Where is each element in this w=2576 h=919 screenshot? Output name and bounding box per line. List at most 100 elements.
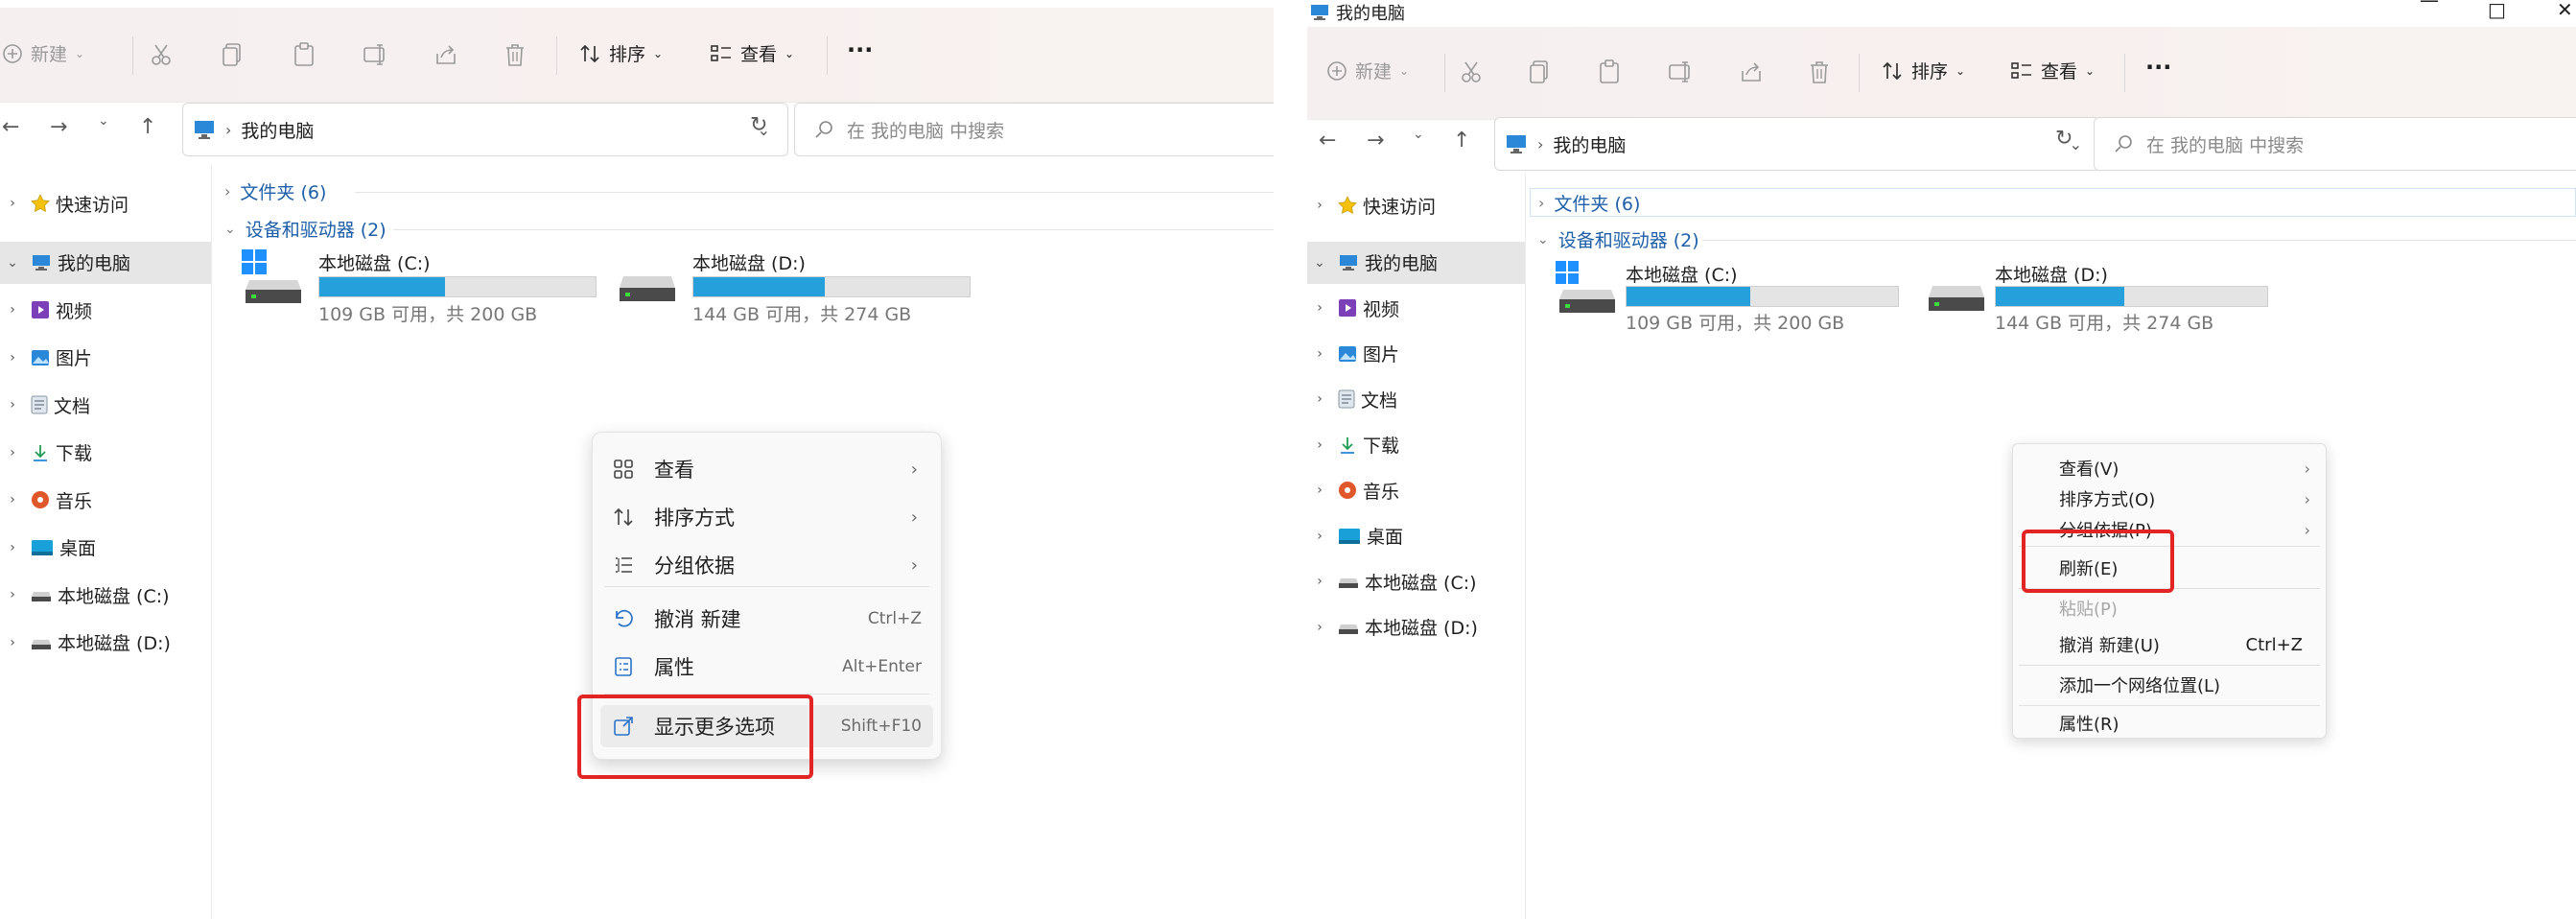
command-bar: 新建 ⌄ 排序 ⌄ 查看 ⌄ ··· [0,8,1274,103]
maximize-button[interactable]: □ [2488,0,2506,21]
sidebar-item[interactable]: › 图片 [0,337,211,379]
chevron-right-icon[interactable]: › [1307,300,1332,316]
sidebar-item[interactable]: › 文档 [1307,378,1525,420]
view-button[interactable]: 查看 ⌄ [710,40,794,66]
folders-group-header[interactable]: › 文件夹 (6) [1530,188,2576,217]
chevron-right-icon[interactable]: › [1307,620,1332,635]
new-button[interactable]: 新建 ⌄ [2,40,84,66]
sidebar-item[interactable]: › 快速访问 [0,182,211,224]
search-input[interactable]: 在 我的电脑 中搜索 [794,103,1274,156]
chevron-down-icon[interactable]: ⌄ [0,255,25,271]
drive-c[interactable]: 本地磁盘 (C:) 109 GB 可用，共 200 GB [1554,259,1899,334]
share-icon[interactable] [1739,59,1764,84]
close-button[interactable]: ✕ [2557,0,2573,21]
address-bar[interactable]: › 我的电脑 ⌄ [182,103,788,156]
sidebar-item[interactable]: › 下载 [0,432,211,474]
sort-button[interactable]: 排序 ⌄ [1881,58,1965,83]
drive-d[interactable]: 本地磁盘 (D:) 144 GB 可用，共 274 GB [614,247,978,325]
copy-icon[interactable] [1528,59,1551,84]
share-icon[interactable] [433,42,458,67]
sidebar-item[interactable]: › 文档 [0,384,211,426]
delete-icon[interactable] [503,42,527,67]
up-arrow-icon[interactable]: ↑ [139,115,156,139]
refresh-icon[interactable]: ↻ [750,113,767,137]
menu-item-add-network-location[interactable]: 添加一个网络位置(L) [2059,671,2310,699]
chevron-right-icon[interactable]: › [0,445,25,460]
view-button[interactable]: 查看 ⌄ [2010,58,2095,83]
chevron-right-icon[interactable]: › [0,635,25,650]
sidebar-item[interactable]: › 快速访问 [1307,184,1525,226]
chevron-right-icon[interactable]: › [0,350,25,365]
up-arrow-icon[interactable]: ↑ [1453,129,1470,153]
menu-item-properties[interactable]: 属性 Alt+Enter [593,646,941,688]
more-button[interactable]: ··· [847,36,873,63]
sidebar-item[interactable]: ⌄ 我的电脑 [1307,241,1525,284]
sidebar-item[interactable]: › 桌面 [1307,515,1525,557]
chevron-right-icon[interactable]: › [0,587,25,602]
chevron-right-icon[interactable]: › [0,397,25,412]
address-bar[interactable]: › 我的电脑 ⌄ [1494,117,2100,171]
menu-item-sort[interactable]: 排序方式(O) › [2059,484,2310,513]
sidebar-item[interactable]: › 本地磁盘 (D:) [0,622,211,664]
rename-icon[interactable] [1668,59,1695,84]
breadcrumb[interactable]: 我的电脑 [1553,131,1626,157]
recent-chevron-icon[interactable]: ⌄ [98,113,109,129]
back-arrow-icon[interactable]: ← [2,115,19,139]
cut-icon[interactable] [1459,59,1484,84]
menu-item-properties[interactable]: 属性(R) [2059,709,2310,738]
rename-icon[interactable] [363,42,389,67]
sidebar-item[interactable]: › 图片 [1307,333,1525,375]
sidebar-item[interactable]: › 本地磁盘 (C:) [1307,560,1525,602]
chevron-right-icon[interactable]: › [1307,574,1332,589]
recent-chevron-icon[interactable]: ⌄ [1413,127,1424,142]
sidebar-item[interactable]: › 下载 [1307,424,1525,466]
sidebar-item[interactable]: › 本地磁盘 (C:) [0,574,211,616]
breadcrumb[interactable]: 我的电脑 [241,117,314,143]
sidebar-item[interactable]: › 音乐 [1307,469,1525,511]
chevron-right-icon[interactable]: › [0,302,25,318]
search-input[interactable]: 在 我的电脑 中搜索 [2094,117,2576,171]
sidebar-item[interactable]: ⌄ 我的电脑 [0,241,211,284]
chevron-right-icon[interactable]: › [1307,483,1332,498]
forward-arrow-icon[interactable]: → [50,115,67,139]
sidebar-item-label: 桌面 [1367,527,1404,548]
chevron-right-icon[interactable]: › [1307,529,1332,544]
sidebar-item[interactable]: › 桌面 [0,527,211,569]
drive-d[interactable]: 本地磁盘 (D:) 144 GB 可用，共 274 GB [1923,259,2268,334]
devices-group-header[interactable]: ⌄ 设备和驱动器 (2) [1537,226,1699,252]
chevron-right-icon[interactable]: › [1307,346,1332,362]
more-button[interactable]: ··· [2145,54,2171,81]
sort-button[interactable]: 排序 ⌄ [578,40,663,66]
sidebar-item[interactable]: › 视频 [0,289,211,331]
refresh-icon[interactable]: ↻ [2055,127,2073,151]
menu-item-view[interactable]: 查看(V) › [2059,454,2310,483]
chevron-right-icon[interactable]: › [1307,391,1332,407]
chevron-right-icon[interactable]: › [1307,437,1332,453]
menu-item-sort[interactable]: 排序方式 › [593,496,941,538]
chevron-right-icon[interactable]: › [0,540,25,555]
computer-icon [31,253,52,272]
sidebar-item[interactable]: › 视频 [1307,287,1525,329]
new-button[interactable]: 新建 ⌄ [1326,58,1409,83]
paste-icon[interactable] [293,42,316,67]
back-arrow-icon[interactable]: ← [1319,129,1336,153]
minimize-button[interactable]: — [2420,0,2439,12]
chevron-right-icon[interactable]: › [1307,198,1332,213]
folders-group-header[interactable]: › 文件夹 (6) [224,178,326,204]
chevron-right-icon[interactable]: › [0,492,25,507]
menu-item-undo-new[interactable]: 撤消 新建(U) Ctrl+Z [2059,630,2310,659]
menu-item-group-by[interactable]: 分组依据 › [593,544,941,586]
forward-arrow-icon[interactable]: → [1367,129,1384,153]
cut-icon[interactable] [149,42,174,67]
copy-icon[interactable] [221,42,244,67]
chevron-down-icon[interactable]: ⌄ [1307,255,1332,271]
menu-item-undo-new[interactable]: 撤消 新建 Ctrl+Z [593,598,941,640]
devices-group-header[interactable]: ⌄ 设备和驱动器 (2) [224,216,386,242]
drive-c[interactable]: 本地磁盘 (C:) 109 GB 可用，共 200 GB [240,247,604,325]
chevron-right-icon[interactable]: › [0,196,25,211]
paste-icon[interactable] [1598,59,1621,84]
menu-item-view[interactable]: 查看 › [593,448,941,490]
delete-icon[interactable] [1808,59,1831,84]
sidebar-item[interactable]: › 音乐 [0,479,211,521]
sidebar-item[interactable]: › 本地磁盘 (D:) [1307,606,1525,648]
